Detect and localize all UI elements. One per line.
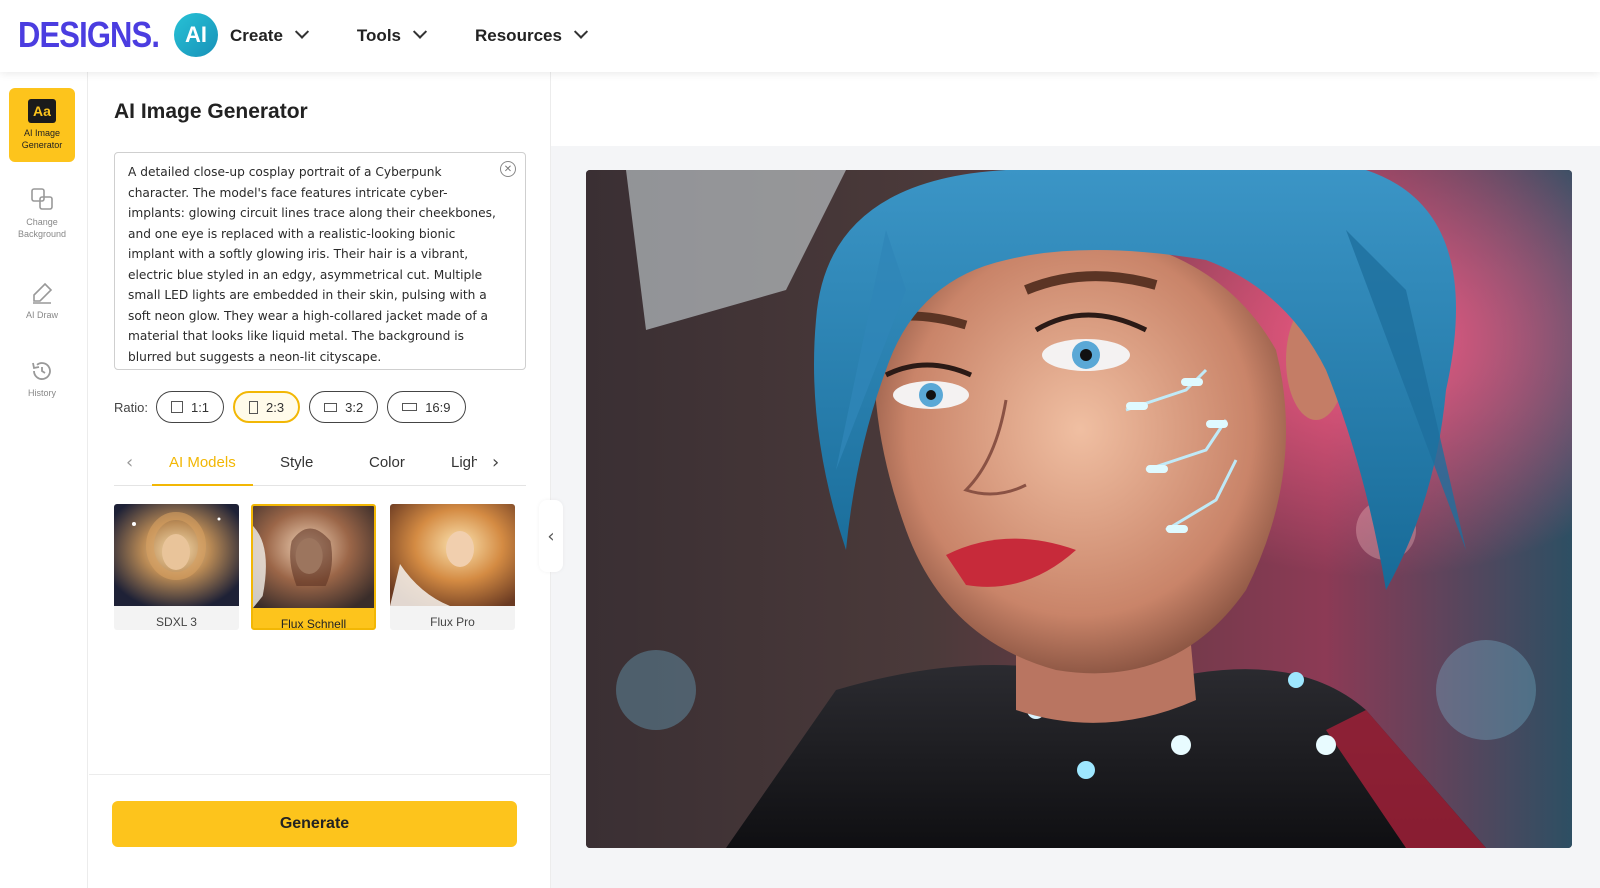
chevron-right-icon[interactable]: › xyxy=(492,452,499,473)
chevron-down-icon xyxy=(294,24,309,39)
widescreen-ratio-icon xyxy=(402,403,418,411)
rail-item-label: History xyxy=(27,388,56,398)
page-title: AI Image Generator xyxy=(114,100,308,123)
nav-tools-label: Tools xyxy=(356,26,401,45)
rail-item-ai-draw[interactable]: AI Draw xyxy=(9,264,75,338)
chevron-down-icon xyxy=(573,24,589,39)
model-thumbnail xyxy=(114,504,239,606)
model-name: Flux Schnell xyxy=(280,617,347,630)
model-card-flux-pro[interactable]: Flux Pro xyxy=(390,504,515,630)
rail-item-label: AI Draw xyxy=(25,310,58,320)
ratio-selector: Ratio: 1:1 2:3 3:2 16:9 xyxy=(114,390,475,424)
model-card-flux-schnell[interactable]: Flux Schnell xyxy=(251,504,376,630)
ratio-2-3-button[interactable]: 2:3 xyxy=(233,391,301,423)
active-tab-indicator xyxy=(152,484,253,486)
generated-portrait xyxy=(586,170,1572,848)
ratio-value: 16:9 xyxy=(425,399,451,415)
pen-icon xyxy=(33,282,53,304)
nav-resources[interactable]: Resources xyxy=(475,24,589,46)
generator-panel: AI Image Generator A detailed close-up c… xyxy=(89,72,551,888)
generate-footer: Generate xyxy=(89,774,551,888)
ratio-16-9-button[interactable]: 16:9 xyxy=(387,391,466,423)
portrait-ratio-icon xyxy=(249,400,259,414)
tab-style[interactable]: Style xyxy=(280,454,313,471)
ratio-1-1-button[interactable]: 1:1 xyxy=(155,391,225,423)
tab-ai-models[interactable]: AI Models xyxy=(169,454,236,471)
model-thumbnail xyxy=(253,506,374,608)
chevron-left-icon: ‹ xyxy=(547,525,555,547)
rail-item-ai-image-generator[interactable]: Aa AI Image Generator xyxy=(9,88,75,162)
generate-button[interactable]: Generate xyxy=(112,801,517,847)
option-tabs: ‹ AI Models Style Color Ligh › xyxy=(114,446,526,486)
main-nav: Create Tools Resources xyxy=(230,0,636,72)
rail-item-label: Change Background xyxy=(17,217,67,239)
canvas-toolbar-area xyxy=(551,72,1600,146)
model-list: SDXL 3 Flux Schnell Flux Pro xyxy=(114,504,526,632)
model-thumbnail xyxy=(390,504,515,606)
ratio-3-2-button[interactable]: 3:2 xyxy=(309,391,379,423)
top-header: DESIGNS. AI Create Tools Resources xyxy=(0,0,1600,72)
chevron-down-icon xyxy=(412,24,428,39)
tab-color[interactable]: Color xyxy=(369,454,405,471)
nav-create-label: Create xyxy=(230,26,283,45)
collapse-panel-button[interactable]: ‹ xyxy=(539,500,563,572)
result-canvas: ‹ xyxy=(539,72,1600,888)
nav-tools[interactable]: Tools xyxy=(356,24,428,46)
tab-lighting[interactable]: Ligh xyxy=(451,454,477,471)
aa-icon: Aa xyxy=(28,99,56,123)
model-card-sdxl3[interactable]: SDXL 3 xyxy=(114,504,239,630)
logo-text: DESIGNS. xyxy=(18,14,160,55)
ratio-label: Ratio: xyxy=(114,399,148,415)
generated-image[interactable] xyxy=(586,170,1572,848)
ratio-value: 2:3 xyxy=(266,399,285,415)
rail-item-history[interactable]: History xyxy=(9,342,75,416)
rail-item-label: AI Image Generator xyxy=(21,128,63,150)
model-name: SDXL 3 xyxy=(156,615,197,629)
history-icon xyxy=(32,362,51,380)
prompt-textarea[interactable]: A detailed close-up cosplay portrait of … xyxy=(114,152,526,370)
tool-rail: Aa AI Image Generator Change Background … xyxy=(0,72,88,888)
chevron-left-icon[interactable]: ‹ xyxy=(126,452,133,473)
nav-resources-label: Resources xyxy=(475,26,562,45)
logo-badge: AI xyxy=(174,13,219,57)
model-name: Flux Pro xyxy=(430,615,475,629)
ratio-value: 1:1 xyxy=(190,399,210,415)
change-background-icon xyxy=(31,188,53,210)
clear-icon[interactable]: ✕ xyxy=(500,161,516,177)
designs-ai-logo[interactable]: DESIGNS. AI xyxy=(18,12,219,58)
ratio-value: 3:2 xyxy=(345,399,364,415)
rail-item-change-background[interactable]: Change Background xyxy=(9,176,75,250)
nav-create[interactable]: Create xyxy=(230,24,309,46)
square-ratio-icon xyxy=(170,401,183,413)
landscape-ratio-icon xyxy=(324,402,338,412)
